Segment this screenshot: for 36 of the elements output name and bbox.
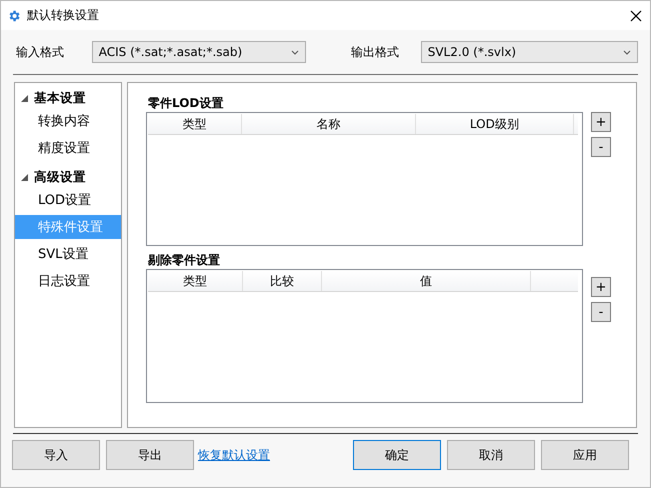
group-label[interactable]: 高级设置 xyxy=(34,168,86,186)
section-title: 剔除零件设置 xyxy=(148,252,221,269)
add-button[interactable]: + xyxy=(591,112,611,132)
format-label: 输入格式 xyxy=(15,44,65,60)
format-dropdown[interactable]: ACIS (*.sat;*.asat;*.sab) xyxy=(92,41,306,63)
column-header: 比较 xyxy=(242,271,322,291)
sidebar-item[interactable]: 精度设置 xyxy=(15,136,121,160)
triangle-icon[interactable] xyxy=(21,94,28,102)
column-header: 值 xyxy=(322,271,532,291)
sidebar-item[interactable]: LOD设置 xyxy=(15,188,121,212)
remove-button[interactable]: - xyxy=(591,302,611,322)
chevron-down-icon[interactable] xyxy=(290,50,299,54)
column-header: 类型 xyxy=(148,114,242,134)
sidebar-item[interactable]: 日志设置 xyxy=(15,269,121,293)
format-label: 输出格式 xyxy=(350,44,400,60)
remove-button[interactable]: - xyxy=(591,137,611,157)
group-label[interactable]: 基本设置 xyxy=(34,90,86,106)
import-button[interactable]: 导入 xyxy=(12,440,100,470)
column-header: 名称 xyxy=(242,114,416,134)
export-button[interactable]: 导出 xyxy=(106,440,194,470)
dialog-button[interactable]: 应用 xyxy=(541,440,629,470)
chevron-down-icon[interactable] xyxy=(623,50,631,54)
triangle-icon[interactable] xyxy=(21,174,28,180)
restore-defaults-link[interactable]: 恢复默认设置 xyxy=(198,446,270,464)
dialog-button[interactable]: 取消 xyxy=(447,440,535,470)
format-dropdown[interactable]: SVL2.0 (*.svlx) xyxy=(420,41,638,63)
sidebar-item[interactable]: SVL设置 xyxy=(15,242,121,266)
close-icon[interactable] xyxy=(630,10,642,22)
gear-icon xyxy=(7,8,21,22)
section-title: 零件LOD设置 xyxy=(148,95,224,112)
dialog-button[interactable]: 确定 xyxy=(353,440,441,470)
add-button[interactable]: + xyxy=(591,277,611,297)
column-header: LOD级别 xyxy=(416,114,574,134)
sidebar-item[interactable]: 转换内容 xyxy=(15,109,121,133)
column-header: 类型 xyxy=(148,271,243,291)
window-title: 默认转换设置 xyxy=(27,7,100,24)
